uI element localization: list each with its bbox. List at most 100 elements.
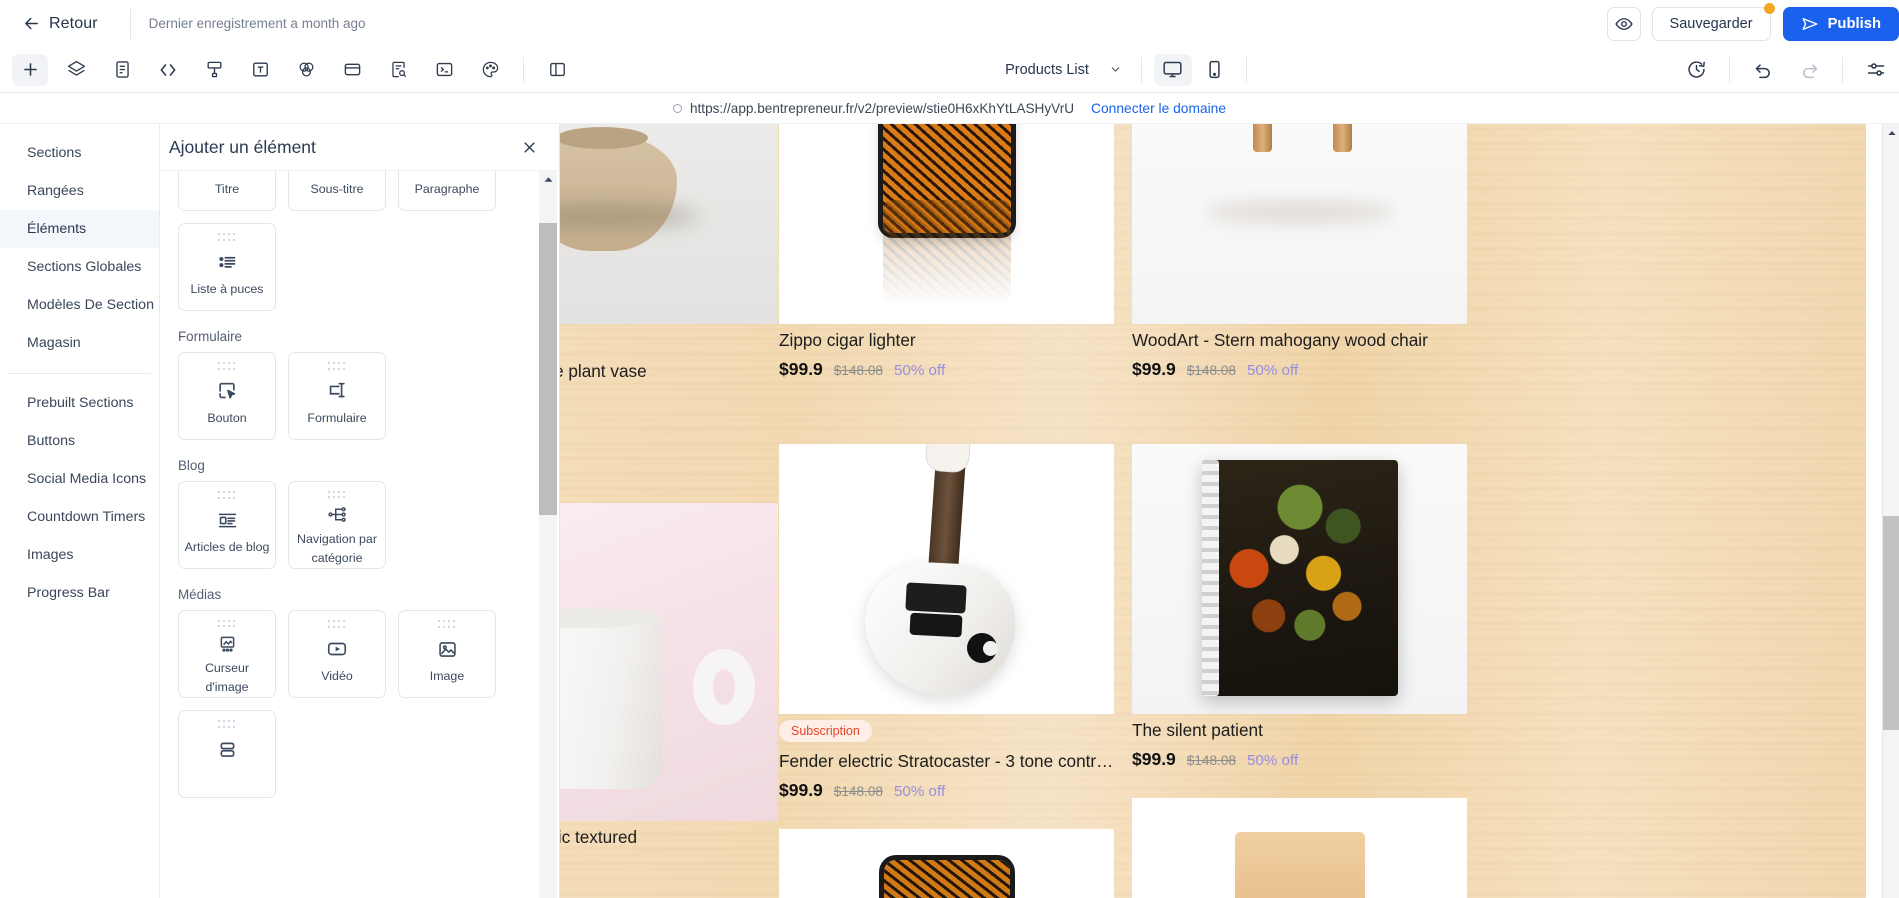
product-card[interactable] xyxy=(1132,798,1467,898)
text-icon-button[interactable] xyxy=(242,54,278,86)
drag-handle-dots-icon xyxy=(218,233,236,242)
video-icon xyxy=(326,634,348,664)
sidebar-item-rangees[interactable]: Rangées xyxy=(0,172,159,210)
sidebar-item-images[interactable]: Images xyxy=(0,536,159,574)
product-card[interactable]: Subscription Fender electric Stratocaste… xyxy=(779,444,1114,803)
device-desktop-button[interactable] xyxy=(1153,53,1192,86)
device-mobile-button[interactable] xyxy=(1196,54,1234,86)
product-image xyxy=(560,124,778,324)
product-card[interactable]: The silent patient $99.9 $148.08 50% off xyxy=(1132,444,1467,772)
element-card-bouton[interactable]: Bouton xyxy=(178,352,276,440)
product-price: $99.9 $148.08 50% off xyxy=(779,780,1114,801)
element-card-stack[interactable] xyxy=(178,710,276,798)
undo-button[interactable] xyxy=(1745,54,1781,86)
panel-scrollbar-track[interactable] xyxy=(539,170,557,898)
sidebar-item-modeles-de-section[interactable]: Modèles De Section xyxy=(0,286,159,324)
page-selector[interactable]: Products List xyxy=(996,57,1131,83)
element-card-titre[interactable]: Titre xyxy=(178,171,276,211)
price-original: $148.08 xyxy=(833,784,883,799)
save-button[interactable]: Sauvegarder xyxy=(1651,2,1775,41)
editor-root: Retour Dernier enregistrement a month ag… xyxy=(0,0,1899,898)
sidebar-item-sections-globales[interactable]: Sections Globales xyxy=(0,248,159,286)
product-image xyxy=(1132,444,1467,714)
preview-canvas[interactable]: Free Trial Zen textured table plant vase… xyxy=(560,124,1882,898)
sidebar-item-sections[interactable]: Sections xyxy=(0,134,159,172)
drag-handle-dots-icon xyxy=(218,362,236,371)
layers-icon-button[interactable] xyxy=(58,54,94,86)
code-icon-button[interactable] xyxy=(150,54,186,86)
layers-icon xyxy=(67,60,85,76)
preview-url[interactable]: https://app.bentrepreneur.fr/v2/preview/… xyxy=(690,101,1074,116)
seo-icon-button[interactable] xyxy=(380,54,416,86)
canvas-scroll-up-button[interactable] xyxy=(1883,124,1899,141)
status-circle-icon xyxy=(672,103,682,113)
element-card-sous-titre[interactable]: Sous-titre xyxy=(288,171,386,211)
element-card-label: Sous-titre xyxy=(310,182,364,196)
back-button[interactable]: Retour xyxy=(9,9,112,39)
element-card-image[interactable]: Image xyxy=(398,610,496,698)
panel-scroll-up-button[interactable] xyxy=(539,170,557,188)
sidebar-item-elements[interactable]: Éléments xyxy=(0,210,159,248)
page-icon-button[interactable] xyxy=(104,54,140,86)
price-discount: 50% off xyxy=(1246,362,1299,379)
panel-title: Ajouter un élément xyxy=(169,136,316,157)
product-title: Fender electric Stratocaster - 3 tone co… xyxy=(779,751,1114,771)
redo-button[interactable] xyxy=(1791,54,1827,86)
add-element-content: Titre Sous-titre Paragraphe Liste à puce… xyxy=(160,171,542,798)
publish-button[interactable]: Publish xyxy=(1782,6,1899,41)
console-icon-button[interactable] xyxy=(426,54,462,86)
drag-handle-dots-icon xyxy=(438,620,456,629)
product-card[interactable]: WoodArt - Stern mahogany wood chair $99.… xyxy=(1132,124,1467,382)
history-button[interactable] xyxy=(1678,54,1714,86)
sidebar-item-prebuilt-sections[interactable]: Prebuilt Sections xyxy=(0,384,159,422)
sidebar-item-magasin[interactable]: Magasin xyxy=(0,324,159,362)
canvas-scrollbar-track[interactable] xyxy=(1882,124,1899,898)
theme-icon-button[interactable] xyxy=(196,54,232,86)
sidebar-item-countdown-timers[interactable]: Countdown Timers xyxy=(0,498,159,536)
close-panel-button[interactable] xyxy=(517,135,541,159)
image-slider-icon xyxy=(217,632,238,656)
canvas-scrollbar-thumb[interactable] xyxy=(1883,516,1899,730)
element-card-label: Bouton xyxy=(207,411,247,425)
settings-button[interactable] xyxy=(1858,54,1894,86)
connect-domain-link[interactable]: Connecter le domaine xyxy=(1091,101,1226,116)
back-label: Retour xyxy=(49,14,98,32)
palette-icon-button[interactable] xyxy=(472,54,508,86)
element-card-formulaire[interactable]: Formulaire xyxy=(288,352,386,440)
card-icon-button[interactable] xyxy=(334,54,370,86)
left-sidebar: Sections Rangées Éléments Sections Globa… xyxy=(0,124,160,898)
panel-scrollbar-thumb[interactable] xyxy=(539,223,557,515)
bullet-list-icon xyxy=(217,247,238,277)
element-card-articles-de-blog[interactable]: Articles de blog xyxy=(178,481,276,569)
page-icon xyxy=(115,61,129,78)
preview-button[interactable] xyxy=(1606,6,1641,41)
sidebar-item-progress-bar[interactable]: Progress Bar xyxy=(0,574,159,612)
color-icon-button[interactable] xyxy=(288,54,324,86)
plus-icon xyxy=(23,63,37,76)
split-view-icon-button[interactable] xyxy=(539,54,575,86)
product-image xyxy=(560,503,778,821)
chevron-down-icon xyxy=(1111,67,1120,72)
element-card-label: Formulaire xyxy=(307,411,367,425)
product-price: off xyxy=(560,390,778,407)
subheading-icon xyxy=(328,171,347,177)
product-card[interactable]: Zippo cigar lighter $99.9 $148.08 50% of… xyxy=(779,124,1114,382)
element-card-curseur-dimage[interactable]: Curseur d'image xyxy=(178,610,276,698)
product-card[interactable] xyxy=(779,829,1114,898)
sidebar-item-social-media-icons[interactable]: Social Media Icons xyxy=(0,460,159,498)
element-group-formulaire: Bouton Formulaire xyxy=(169,352,533,440)
product-card[interactable]: Free Trial Zen textured table plant vase… xyxy=(560,124,778,409)
price-current: $99.9 xyxy=(779,359,823,379)
sidebar-item-buttons[interactable]: Buttons xyxy=(0,422,159,460)
element-card-navigation-par-categorie[interactable]: Navigation par catégorie xyxy=(288,481,386,569)
element-card-video[interactable]: Vidéo xyxy=(288,610,386,698)
toolbar-separator-2 xyxy=(1140,56,1142,83)
element-category-formulaire: Formulaire xyxy=(178,329,242,344)
blog-posts-icon xyxy=(217,505,238,535)
product-title: Stone clay ceramic textured xyxy=(560,827,638,847)
add-icon-button[interactable] xyxy=(12,53,48,86)
product-card[interactable]: Stone clay ceramic textured off xyxy=(560,503,778,875)
element-card-liste-a-puces[interactable]: Liste à puces xyxy=(178,223,276,311)
element-card-paragraphe[interactable]: Paragraphe xyxy=(398,171,496,211)
price-current: $99.9 xyxy=(1132,359,1176,379)
